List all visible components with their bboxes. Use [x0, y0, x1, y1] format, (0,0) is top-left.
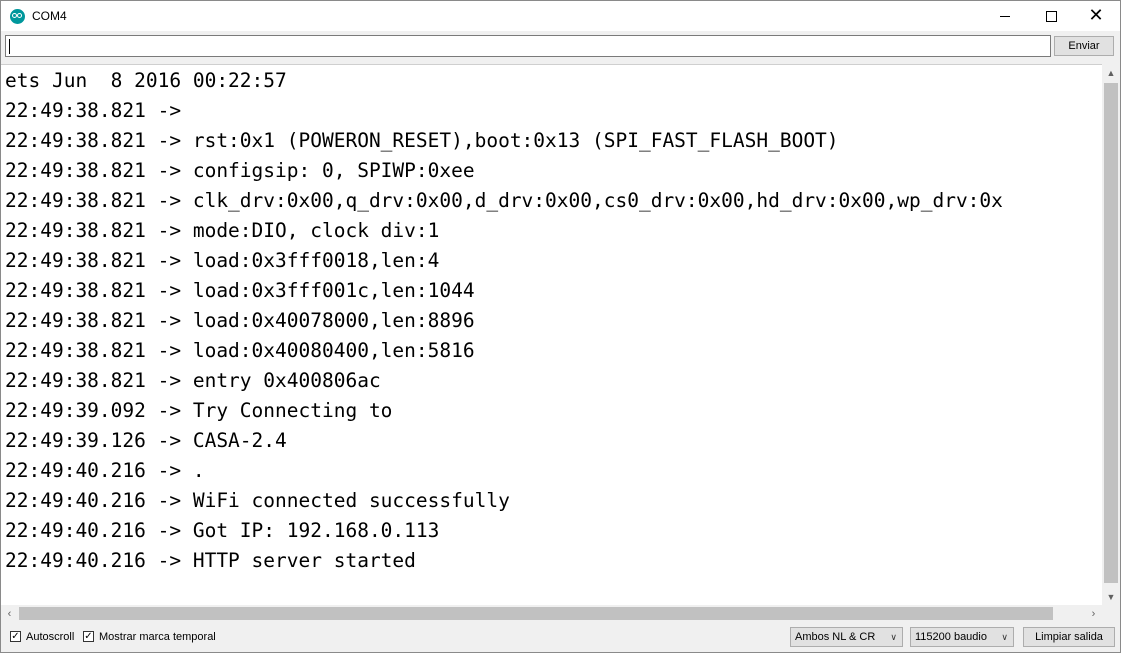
console-line: 22:49:40.216 -> WiFi connected successfu… [5, 489, 510, 512]
horizontal-scroll-thumb[interactable] [19, 607, 1053, 620]
autoscroll-checkbox[interactable]: ✓ [10, 631, 21, 642]
close-button[interactable]: ✕ [1073, 1, 1119, 31]
send-bar: Enviar [1, 31, 1120, 63]
console-line: ets Jun 8 2016 00:22:57 [5, 69, 287, 92]
console-line: 22:49:40.216 -> HTTP server started [5, 549, 416, 572]
checkmark-icon: ✓ [11, 630, 20, 642]
console-line: 22:49:38.821 -> load:0x40078000,len:8896 [5, 309, 475, 332]
autoscroll-label: Autoscroll [26, 631, 75, 643]
vertical-scroll-thumb[interactable] [1104, 83, 1118, 583]
serial-monitor-window: COM4 Enviar ets Jun 8 2016 00:22:57 22:49… [0, 0, 1121, 653]
close-icon: ✕ [1088, 5, 1104, 26]
minimize-icon [1000, 15, 1010, 17]
console-line: 22:49:38.821 -> entry 0x400806ac [5, 369, 381, 392]
scroll-left-icon[interactable]: ‹ [1, 605, 18, 622]
timestamp-checkbox[interactable]: ✓ [83, 631, 94, 642]
line-ending-select[interactable]: Ambos NL & CR ∨ [790, 627, 903, 647]
horizontal-scrollbar[interactable]: ‹ › [1, 605, 1102, 622]
scrollbar-corner [1102, 605, 1120, 622]
checkmark-icon: ✓ [84, 630, 93, 642]
console-line: 22:49:39.092 -> Try Connecting to [5, 399, 393, 422]
baud-rate-select[interactable]: 115200 baudio ∨ [910, 627, 1014, 647]
console-line: 22:49:38.821 -> clk_drv:0x00,q_drv:0x00,… [5, 189, 1003, 212]
console-line: 22:49:40.216 -> . [5, 459, 205, 482]
line-ending-value: Ambos NL & CR [795, 631, 876, 643]
console-line: 22:49:39.126 -> CASA-2.4 [5, 429, 287, 452]
chevron-down-icon: ∨ [1001, 632, 1008, 642]
scroll-up-icon[interactable]: ▲ [1102, 64, 1120, 81]
status-bar: ✓ Autoscroll ✓ Mostrar marca temporal Am… [1, 623, 1120, 652]
baud-rate-value: 115200 baudio [915, 631, 987, 643]
maximize-button[interactable] [1028, 1, 1074, 31]
console-line: 22:49:38.821 -> mode:DIO, clock div:1 [5, 219, 440, 242]
send-input[interactable] [5, 35, 1051, 57]
text-caret [9, 39, 10, 54]
console-line: 22:49:38.821 -> configsip: 0, SPIWP:0xee [5, 159, 475, 182]
maximize-icon [1045, 10, 1057, 22]
send-button[interactable]: Enviar [1054, 36, 1114, 56]
arduino-icon [10, 9, 25, 24]
console-line: 22:49:40.216 -> Got IP: 192.168.0.113 [5, 519, 440, 542]
scroll-right-icon[interactable]: › [1085, 605, 1102, 622]
console-line: 22:49:38.821 -> load:0x3fff0018,len:4 [5, 249, 440, 272]
title-bar[interactable]: COM4 [1, 1, 1120, 31]
console-line: 22:49:38.821 -> load:0x40080400,len:5816 [5, 339, 475, 362]
vertical-scrollbar[interactable]: ▲ ▼ [1102, 64, 1120, 605]
console-line: 22:49:38.821 -> [5, 99, 182, 122]
window-title: COM4 [32, 9, 67, 23]
console-line: 22:49:38.821 -> rst:0x1 (POWERON_RESET),… [5, 129, 839, 152]
console-line: 22:49:38.821 -> load:0x3fff001c,len:1044 [5, 279, 475, 302]
serial-output-lines: ets Jun 8 2016 00:22:57 22:49:38.821 -> 22… [1, 65, 1102, 576]
scroll-down-icon[interactable]: ▼ [1102, 588, 1120, 605]
clear-output-button[interactable]: Limpiar salida [1023, 627, 1115, 647]
serial-output[interactable]: ets Jun 8 2016 00:22:57 22:49:38.821 -> 22… [1, 64, 1102, 606]
timestamp-label: Mostrar marca temporal [99, 631, 216, 643]
minimize-button[interactable] [982, 1, 1028, 31]
chevron-down-icon: ∨ [890, 632, 897, 642]
